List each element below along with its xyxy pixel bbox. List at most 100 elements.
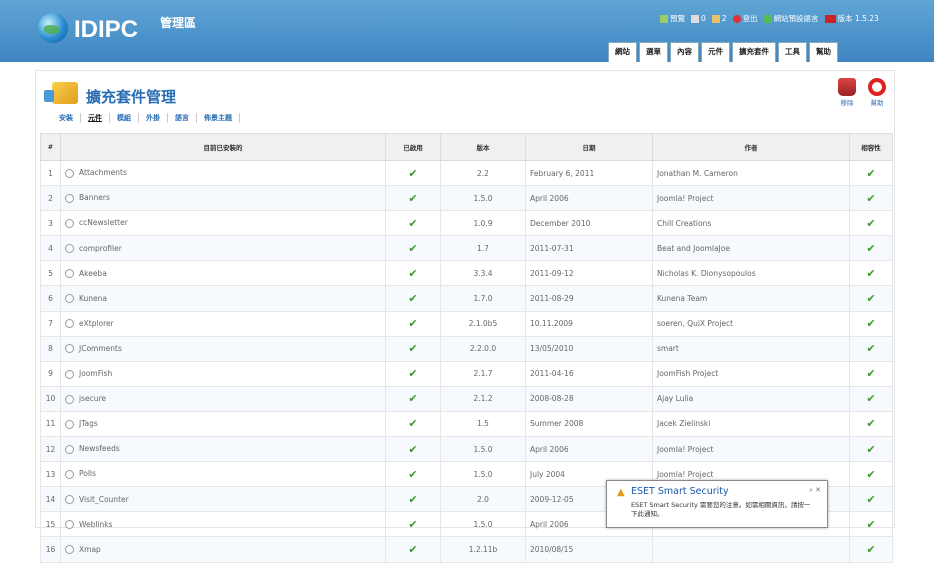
users-count[interactable]: 2	[711, 14, 727, 23]
enabled-cell[interactable]: ✔	[385, 511, 441, 538]
extension-name-cell[interactable]: jsecure	[60, 385, 386, 412]
enabled-cell[interactable]: ✔	[385, 410, 441, 438]
table-row[interactable]: 6 Kunena ✔ 1.7.0 2011-08-29 Kunena Team ✔	[40, 285, 893, 312]
row-select-radio[interactable]	[65, 168, 74, 178]
extension-name-cell[interactable]: Kunena	[60, 285, 386, 312]
enabled-cell[interactable]: ✔	[385, 461, 441, 488]
table-row[interactable]: 2 Banners ✔ 1.5.0 April 2006 Joomla! Project ✔	[40, 185, 893, 212]
row-select-radio[interactable]	[65, 419, 74, 429]
preview-link[interactable]: 預覽	[660, 13, 685, 24]
col-header-date[interactable]: 日期	[525, 133, 653, 161]
table-row[interactable]: 10 jsecure ✔ 2.1.2 2008-08-28 Ajay Lulia ✔	[40, 385, 893, 412]
col-header-version[interactable]: 版本	[440, 133, 526, 161]
enabled-check-icon[interactable]: ✔	[408, 518, 417, 531]
row-select-radio[interactable]	[65, 294, 74, 304]
subnav-modules[interactable]: 模組	[110, 113, 139, 123]
row-select-radio[interactable]	[65, 545, 74, 555]
col-header-enabled[interactable]: 已啟用	[385, 133, 441, 161]
extension-name-cell[interactable]: Weblinks	[60, 511, 386, 538]
row-select-radio[interactable]	[65, 469, 74, 479]
extension-name-cell[interactable]: Xmap	[60, 536, 386, 563]
col-header-installed[interactable]: 目前已安裝的	[60, 133, 386, 161]
enabled-check-icon[interactable]: ✔	[408, 493, 417, 506]
extension-name-cell[interactable]: Banners	[60, 185, 386, 212]
enabled-check-icon[interactable]: ✔	[408, 468, 417, 481]
row-select-radio[interactable]	[65, 218, 74, 228]
enabled-check-icon[interactable]: ✔	[408, 267, 417, 280]
extension-name-cell[interactable]: Akeeba	[60, 260, 386, 287]
uninstall-button[interactable]: 移除	[836, 78, 858, 107]
subnav-languages[interactable]: 語言	[168, 113, 197, 123]
row-select-radio[interactable]	[65, 495, 74, 505]
enabled-cell[interactable]: ✔	[385, 360, 441, 387]
row-select-radio[interactable]	[65, 444, 74, 454]
enabled-cell[interactable]: ✔	[385, 486, 441, 513]
subnav-plugins[interactable]: 外掛	[139, 113, 168, 123]
row-select-radio[interactable]	[65, 269, 74, 279]
enabled-check-icon[interactable]: ✔	[408, 367, 417, 380]
table-row[interactable]: 3 ccNewsletter ✔ 1.0.9 December 2010 Chill Cr…	[40, 210, 893, 237]
enabled-cell[interactable]: ✔	[385, 235, 441, 262]
extension-name-cell[interactable]: Polls	[60, 461, 386, 488]
enabled-cell[interactable]: ✔	[385, 159, 441, 187]
extension-name-cell[interactable]: ccNewsletter	[60, 210, 386, 237]
row-select-radio[interactable]	[65, 193, 74, 203]
enabled-cell[interactable]: ✔	[385, 536, 441, 563]
menu-tab-components[interactable]: 元件	[701, 42, 730, 62]
enabled-check-icon[interactable]: ✔	[408, 443, 417, 456]
eset-notification-popup[interactable]: ▲ ESET Smart Security ⌕ ✕ ESET Smart Sec…	[606, 480, 828, 528]
extension-name-cell[interactable]: Newsfeeds	[60, 436, 386, 463]
enabled-cell[interactable]: ✔	[385, 385, 441, 412]
enabled-check-icon[interactable]: ✔	[408, 292, 417, 305]
menu-tab-tools[interactable]: 工具	[778, 42, 807, 62]
subnav-install[interactable]: 安裝	[52, 113, 81, 123]
table-row[interactable]: 16 Xmap ✔ 1.2.11b 2010/08/15 ✔	[40, 536, 893, 563]
row-select-radio[interactable]	[65, 520, 74, 530]
row-select-radio[interactable]	[65, 394, 74, 404]
extension-name-cell[interactable]: JTags	[60, 410, 386, 438]
subnav-templates[interactable]: 佈景主題	[197, 113, 240, 123]
col-header-number[interactable]: #	[40, 133, 61, 161]
help-button[interactable]: 幫助	[866, 78, 888, 107]
enabled-check-icon[interactable]: ✔	[408, 242, 417, 255]
extension-name-cell[interactable]: eXtplorer	[60, 310, 386, 337]
table-row[interactable]: 1 Attachments ✔ 2.2 February 6, 2011 Jonathan…	[40, 159, 893, 187]
messages-count[interactable]: 0	[691, 14, 706, 23]
menu-tab-help[interactable]: 幫助	[809, 42, 838, 62]
menu-tab-site[interactable]: 網站	[608, 42, 637, 62]
table-row[interactable]: 8 JComments ✔ 2.2.0.0 13/05/2010 smart ✔	[40, 335, 893, 362]
enabled-cell[interactable]: ✔	[385, 335, 441, 362]
enabled-check-icon[interactable]: ✔	[408, 417, 417, 430]
table-row[interactable]: 5 Akeeba ✔ 3.3.4 2011-09-12 Nicholas K. Diony…	[40, 260, 893, 287]
menu-tab-menus[interactable]: 選單	[639, 42, 668, 62]
enabled-check-icon[interactable]: ✔	[408, 167, 417, 180]
menu-tab-content[interactable]: 內容	[670, 42, 699, 62]
table-row[interactable]: 12 Newsfeeds ✔ 1.5.0 April 2006 Joomla! Proje…	[40, 436, 893, 463]
row-select-radio[interactable]	[65, 244, 74, 254]
enabled-cell[interactable]: ✔	[385, 436, 441, 463]
table-row[interactable]: 4 comprofiler ✔ 1.7 2011-07-31 Beat and Jooml…	[40, 235, 893, 262]
row-select-radio[interactable]	[65, 369, 74, 379]
eset-controls[interactable]: ⌕ ✕	[809, 486, 821, 495]
row-select-radio[interactable]	[65, 319, 74, 329]
enabled-cell[interactable]: ✔	[385, 260, 441, 287]
table-row[interactable]: 11 JTags ✔ 1.5 Summer 2008 Jacek Zielinski ✔	[40, 410, 893, 438]
col-header-author[interactable]: 作者	[652, 133, 850, 161]
enabled-check-icon[interactable]: ✔	[408, 192, 417, 205]
enabled-cell[interactable]: ✔	[385, 285, 441, 312]
enabled-check-icon[interactable]: ✔	[408, 543, 417, 556]
enabled-check-icon[interactable]: ✔	[408, 392, 417, 405]
extension-name-cell[interactable]: JoomFish	[60, 360, 386, 387]
table-row[interactable]: 9 JoomFish ✔ 2.1.7 2011-04-16 JoomFish Projec…	[40, 360, 893, 387]
col-header-compatibility[interactable]: 相容性	[849, 133, 893, 161]
logout-link[interactable]: 登出	[732, 13, 758, 24]
enabled-check-icon[interactable]: ✔	[408, 342, 417, 355]
enabled-check-icon[interactable]: ✔	[408, 317, 417, 330]
enabled-check-icon[interactable]: ✔	[408, 217, 417, 230]
site-logo-text[interactable]: IDIPC	[74, 16, 138, 44]
enabled-cell[interactable]: ✔	[385, 185, 441, 212]
extension-name-cell[interactable]: comprofiler	[60, 235, 386, 262]
row-select-radio[interactable]	[65, 344, 74, 354]
extension-name-cell[interactable]: JComments	[60, 335, 386, 362]
table-row[interactable]: 7 eXtplorer ✔ 2.1.0b5 10.11.2009 soeren, QuiX…	[40, 310, 893, 337]
